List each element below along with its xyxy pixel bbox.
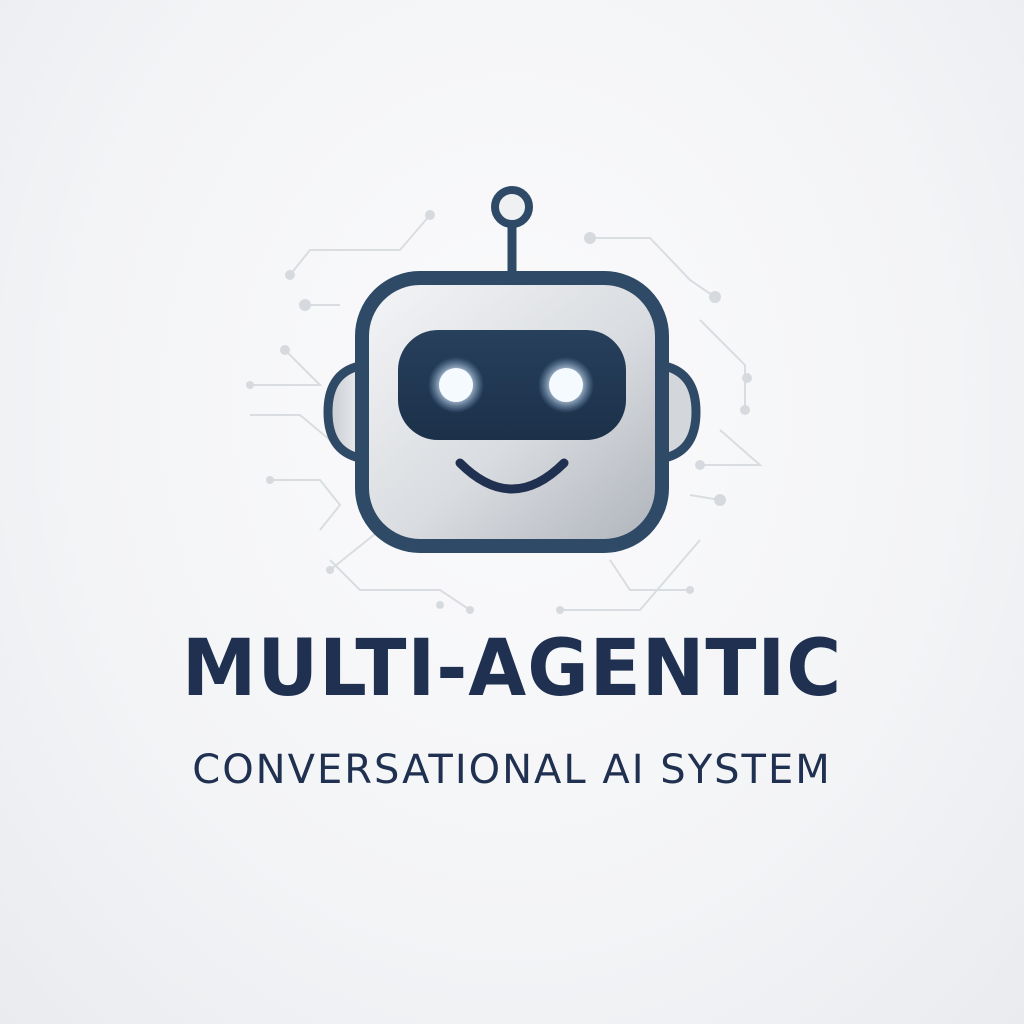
logo-subtitle: CONVERSATIONAL AI SYSTEM [192, 747, 832, 793]
logo-title: MULTI-AGENTIC [181, 624, 843, 714]
robot-head-icon [246, 186, 763, 614]
antenna [491, 186, 533, 277]
logo: MULTI-AGENTIC CONVERSATIONAL AI SYSTEM [0, 0, 1024, 1024]
